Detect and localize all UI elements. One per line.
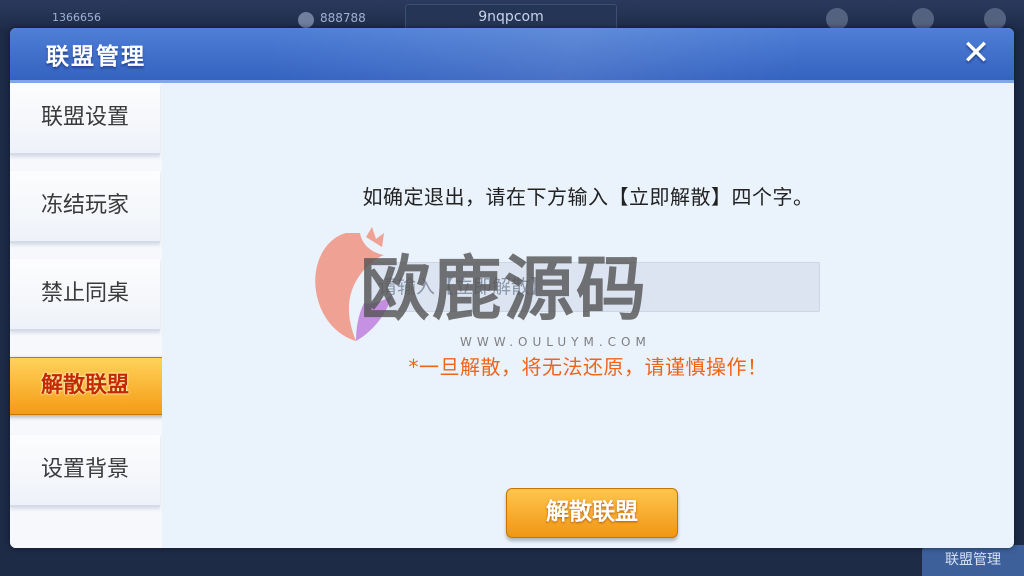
sidebar-item-set-background[interactable]: 设置背景 (10, 435, 160, 507)
sidebar-item-alliance-settings[interactable]: 联盟设置 (10, 83, 160, 155)
user-icon (826, 8, 848, 30)
sidebar-item-dissolve-alliance[interactable]: 解散联盟 (10, 357, 176, 415)
background-coin-count: 888788 (320, 11, 366, 25)
close-icon[interactable]: ✕ (958, 35, 994, 71)
headset-icon (912, 8, 934, 30)
background-alliance-button: 联盟管理 (922, 545, 1024, 576)
dissolve-alliance-button[interactable]: 解散联盟 (506, 488, 678, 538)
dialog-header: 联盟管理 ✕ (10, 28, 1014, 80)
dialog-title: 联盟管理 (46, 44, 146, 70)
warning-text: *一旦解散，将无法还原，请谨慎操作！ (408, 355, 768, 379)
sidebar-item-freeze-players[interactable]: 冻结玩家 (10, 171, 160, 243)
background-room-label: 9nqpcom (405, 4, 617, 30)
sidebar-item-ban-same-table[interactable]: 禁止同桌 (10, 259, 160, 331)
coin-icon (298, 12, 314, 28)
alliance-management-dialog: 联盟管理 ✕ 联盟设置 冻结玩家 禁止同桌 解散联盟 设置背景 如确定退出，请在… (10, 28, 1014, 548)
background-user-id: 1366656 (52, 11, 101, 24)
settings-icon (984, 8, 1006, 30)
dissolve-panel: 如确定退出，请在下方输入【立即解散】四个字。 *一旦解散，将无法还原，请谨慎操作… (162, 83, 1014, 548)
instruction-text: 如确定退出，请在下方输入【立即解散】四个字。 (362, 185, 814, 209)
confirm-text-input[interactable] (365, 262, 820, 312)
sidebar: 联盟设置 冻结玩家 禁止同桌 解散联盟 设置背景 (10, 83, 176, 548)
